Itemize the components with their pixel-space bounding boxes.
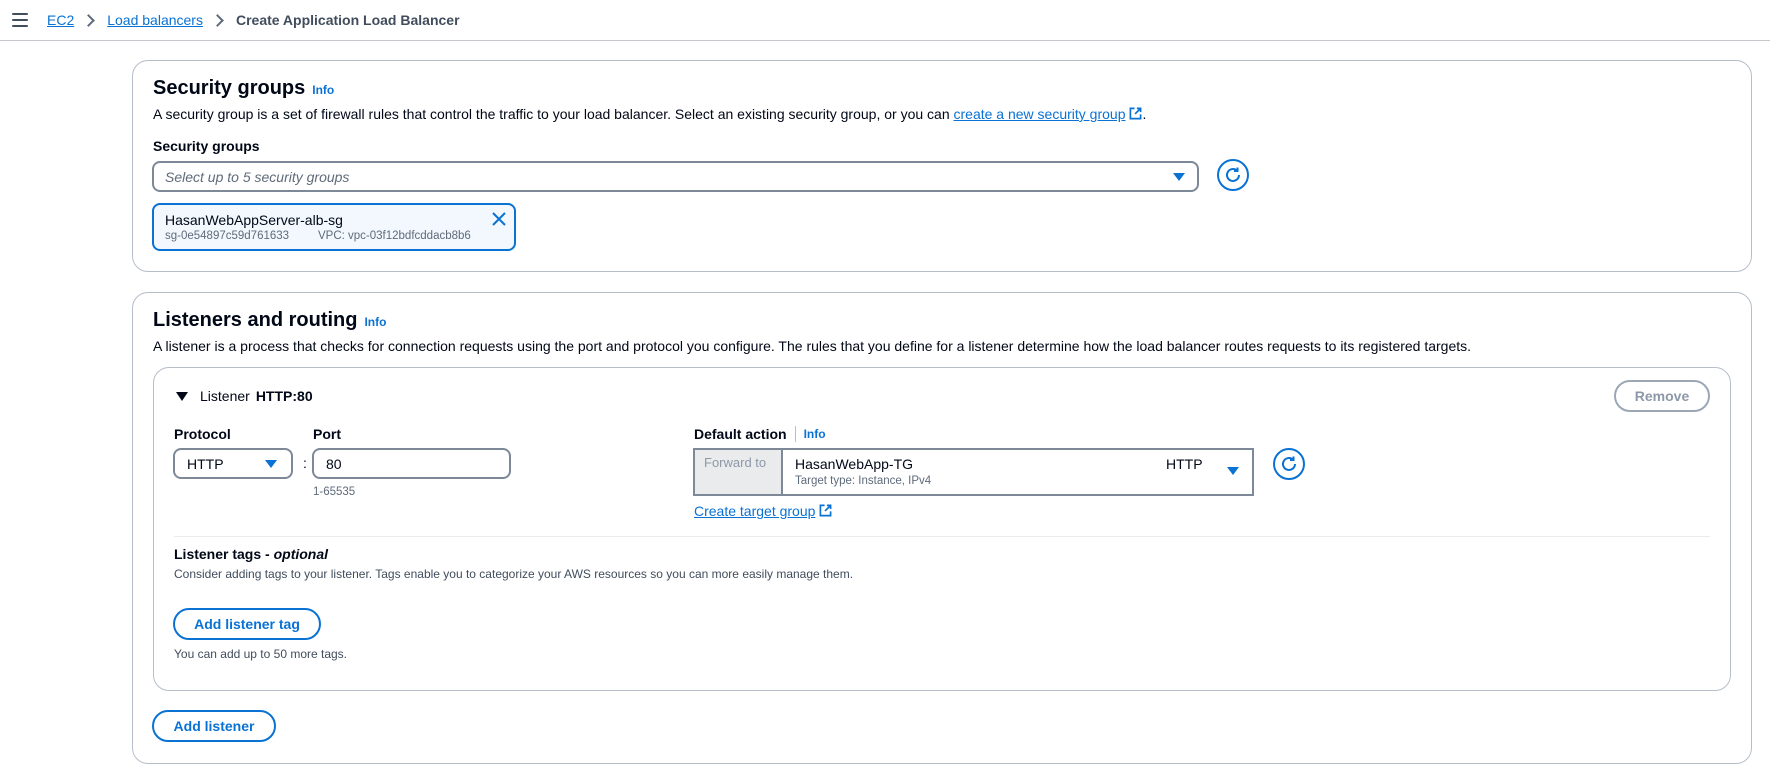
listener-name: HTTP:80 [255,388,313,404]
listener-container: Listener HTTP:80 Remove Protocol HTTP : … [153,367,1731,691]
port-label: Port [313,426,341,442]
security-groups-field-label: Security groups [153,138,260,154]
protocol-port-separator: : [303,455,307,471]
listeners-title: Listeners and routing [153,309,358,331]
close-icon[interactable] [492,212,506,226]
security-groups-panel: Security groups Info A security group is … [132,60,1752,272]
default-action-label: Default action [694,426,787,442]
caret-down-icon [1173,173,1185,181]
caret-down-icon [1227,467,1239,475]
add-listener-tag-button[interactable]: Add listener tag [173,608,321,640]
target-group-protocol: HTTP [1166,456,1203,472]
section-divider [174,536,1710,537]
external-link-icon [819,504,832,517]
security-group-vpc: VPC: vpc-03f12bdfcddacb8b6 [318,230,471,242]
security-groups-info-link[interactable]: Info [312,83,334,97]
listener-tags-description: Consider adding tags to your listener. T… [174,567,854,581]
caret-down-icon [265,460,277,468]
listeners-info-link[interactable]: Info [364,315,386,329]
external-link-icon [1130,107,1142,120]
security-group-name: HasanWebAppServer-alb-sg [165,212,343,228]
create-target-group-link[interactable]: Create target group [694,503,815,519]
refresh-target-groups-button[interactable] [1273,448,1305,480]
listener-tags-separator: - [261,546,274,562]
listener-prefix: Listener [200,388,250,404]
refresh-icon [1226,167,1240,182]
caret-down-filled-icon [176,391,188,401]
listeners-routing-panel: Listeners and routing Info A listener is … [132,292,1752,764]
forward-to-text: Forward to [704,455,767,470]
chevron-right-icon [82,13,96,27]
breadcrumb: EC2 Load balancers Create Application Lo… [47,12,460,28]
chevron-right-icon [211,13,224,27]
listener-tags-title-text: Listener tags [174,546,262,562]
port-hint: 1-65535 [313,486,356,498]
breadcrumb-current: Create Application Load Balancer [235,12,460,28]
default-action-info-link[interactable]: Info [804,427,826,441]
security-groups-placeholder: Select up to 5 security groups [165,169,350,185]
security-groups-select[interactable]: Select up to 5 security groups [152,161,1199,192]
port-input[interactable]: 80 [312,448,511,479]
protocol-label: Protocol [174,426,231,442]
protocol-value: HTTP [187,456,224,472]
top-navigation-bar: EC2 Load balancers Create Application Lo… [0,0,1770,41]
menu-icon[interactable] [12,13,28,27]
divider [794,426,796,442]
target-group-select[interactable]: HasanWebApp-TG Target type: Instance, IP… [783,450,1252,494]
description-text: A security group is a set of firewall ru… [153,106,954,122]
breadcrumb-item-load-balancers[interactable]: Load balancers [107,12,203,28]
selected-security-group-token: HasanWebAppServer-alb-sg sg-0e54897c59d7… [152,203,516,251]
security-groups-title: Security groups [153,77,306,99]
add-listener-button[interactable]: Add listener [152,710,276,742]
forward-to-addon: Forward to [695,450,783,494]
listener-tags-optional: optional [273,546,329,562]
protocol-select[interactable]: HTTP [173,448,293,479]
target-group-type: Target type: Instance, IPv4 [795,475,932,487]
default-action-group: Forward to HasanWebApp-TG Target type: I… [693,448,1254,496]
create-security-group-link[interactable]: create a new security group [954,106,1126,122]
listener-tags-title: Listener tags - optional [174,546,328,562]
security-groups-description: A security group is a set of firewall ru… [153,106,1146,122]
security-group-id: sg-0e54897c59d761633 [165,230,290,242]
tags-hint: You can add up to 50 more tags. [174,647,348,661]
breadcrumb-item-ec2[interactable]: EC2 [47,12,74,28]
listeners-description: A listener is a process that checks for … [153,338,1472,354]
listener-header[interactable]: Listener HTTP:80 [176,388,313,404]
description-suffix: . [1142,106,1147,122]
refresh-security-groups-button[interactable] [1217,159,1249,191]
target-group-name: HasanWebApp-TG [795,456,914,472]
refresh-icon [1282,456,1296,471]
remove-listener-button[interactable]: Remove [1614,380,1710,412]
